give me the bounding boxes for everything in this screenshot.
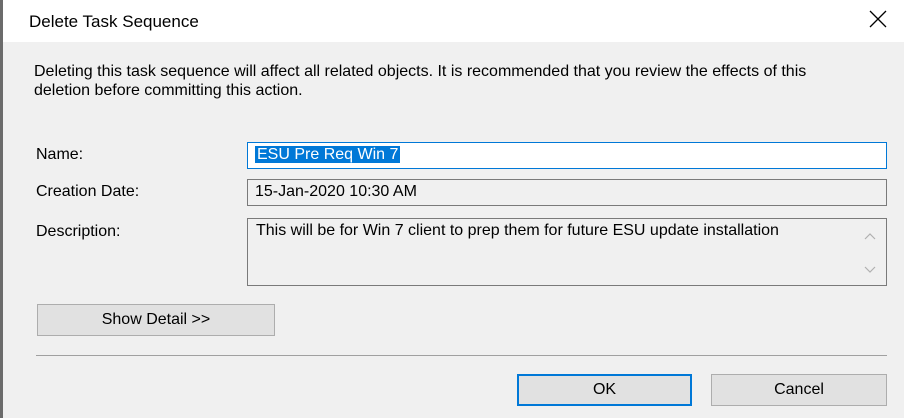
close-button[interactable] xyxy=(858,2,898,36)
creation-date-field: 15-Jan-2020 10:30 AM xyxy=(247,179,887,206)
close-icon xyxy=(869,10,887,28)
warning-message: Deleting this task sequence will affect … xyxy=(34,63,807,99)
show-detail-button[interactable]: Show Detail >> xyxy=(37,304,275,336)
delete-task-sequence-dialog: Delete Task Sequence Deleting this task … xyxy=(0,0,904,418)
creation-date-value: 15-Jan-2020 10:30 AM xyxy=(255,183,417,200)
cancel-button[interactable]: Cancel xyxy=(711,374,887,406)
title-bar: Delete Task Sequence xyxy=(3,0,904,42)
chevron-up-icon xyxy=(864,233,876,240)
separator xyxy=(36,355,887,356)
name-label: Name: xyxy=(36,146,84,163)
description-field[interactable]: This will be for Win 7 client to prep th… xyxy=(247,218,887,286)
description-label: Description: xyxy=(36,223,121,240)
description-value: This will be for Win 7 client to prep th… xyxy=(256,222,779,239)
ok-button[interactable]: OK xyxy=(517,374,692,406)
scroll-up-button[interactable] xyxy=(855,224,885,248)
name-field[interactable]: ESU Pre Req Win 7 xyxy=(247,142,887,169)
scroll-down-button[interactable] xyxy=(855,258,885,282)
name-value: ESU Pre Req Win 7 xyxy=(255,146,401,163)
chevron-down-icon xyxy=(864,266,876,273)
window-left-edge xyxy=(0,0,3,418)
creation-date-label: Creation Date: xyxy=(36,183,140,200)
description-scrollbar[interactable] xyxy=(855,220,885,284)
dialog-title: Delete Task Sequence xyxy=(29,12,199,31)
